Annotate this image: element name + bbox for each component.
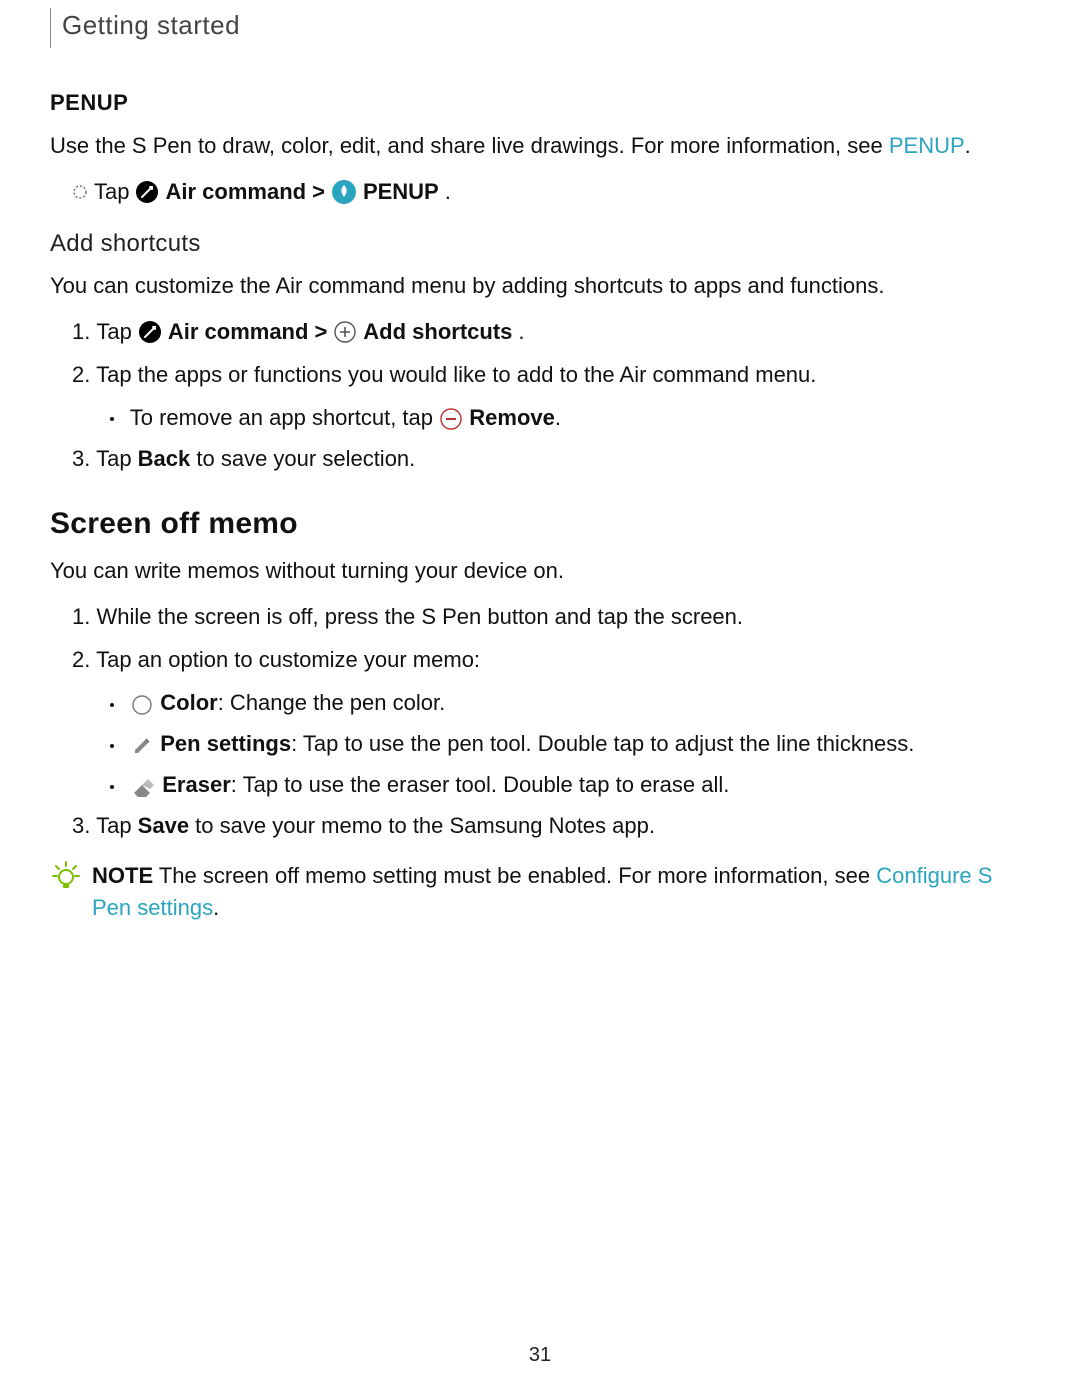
add-shortcuts-step-3: 3. Tap Back to save your selection. bbox=[72, 442, 1030, 475]
note-body: NOTE The screen off memo setting must be… bbox=[92, 860, 1030, 924]
bullet-dot-icon bbox=[110, 417, 114, 421]
remove-icon bbox=[439, 407, 463, 431]
step3-rest: to save your selection. bbox=[190, 446, 415, 471]
step2-text: Tap an option to customize your memo: bbox=[96, 647, 480, 672]
color-label: Color bbox=[160, 690, 217, 715]
pen-settings-label: Pen settings bbox=[160, 731, 291, 756]
penup-description: Use the S Pen to draw, color, edit, and … bbox=[50, 130, 1030, 162]
note-row: NOTE The screen off memo setting must be… bbox=[50, 860, 1030, 924]
breadcrumb-separator: > bbox=[314, 316, 327, 348]
add-icon bbox=[333, 320, 357, 344]
penup-desc-tail: . bbox=[965, 133, 971, 158]
color-rest: : Change the pen color. bbox=[218, 690, 446, 715]
save-label: Save bbox=[138, 813, 189, 838]
add-shortcuts-step-2-sub: To remove an app shortcut, tap Remove. bbox=[110, 401, 1030, 434]
step-number: 2. bbox=[72, 647, 90, 672]
penup-heading: PENUP bbox=[50, 90, 1030, 116]
air-command-icon bbox=[135, 180, 159, 204]
bullet-dot-icon bbox=[110, 785, 114, 789]
header-rule bbox=[50, 8, 51, 48]
note-tail: . bbox=[213, 895, 219, 920]
screenoff-step-1: 1. While the screen is off, press the S … bbox=[72, 600, 1030, 633]
screenoff-pen-option: Pen settings: Tap to use the pen tool. D… bbox=[110, 727, 1030, 760]
air-command-label: Air command bbox=[168, 316, 309, 348]
step1-text: While the screen is off, press the S Pen… bbox=[96, 604, 743, 629]
add-shortcuts-heading: Add shortcuts bbox=[50, 230, 1030, 258]
screenoff-step-3: 3. Tap Save to save your memo to the Sam… bbox=[72, 809, 1030, 842]
step-number: 1. bbox=[72, 604, 90, 629]
page-number: 31 bbox=[0, 1344, 1080, 1367]
lightbulb-note-icon bbox=[50, 860, 82, 892]
step-number: 3. bbox=[72, 813, 90, 838]
back-label: Back bbox=[138, 446, 191, 471]
pen-icon bbox=[130, 734, 154, 758]
step-number: 2. bbox=[72, 362, 90, 387]
tap-label: Tap bbox=[96, 316, 131, 348]
add-shortcuts-label: Add shortcuts bbox=[363, 316, 512, 348]
screenoff-eraser-option: Eraser: Tap to use the eraser tool. Doub… bbox=[110, 768, 1030, 801]
color-circle-icon bbox=[130, 693, 154, 717]
screen-off-memo-heading: Screen off memo bbox=[50, 507, 1030, 541]
tap-label: Tap bbox=[94, 176, 129, 208]
step-number: 1. bbox=[72, 316, 90, 348]
penup-link[interactable]: PENUP bbox=[889, 133, 965, 158]
air-command-label: Air command bbox=[165, 176, 306, 208]
remove-label: Remove bbox=[469, 405, 555, 430]
note-label: NOTE bbox=[92, 863, 153, 888]
page-header: Getting started bbox=[62, 10, 240, 41]
breadcrumb-separator: > bbox=[312, 176, 325, 208]
penup-tail: . bbox=[445, 176, 451, 208]
penup-desc-text: Use the S Pen to draw, color, edit, and … bbox=[50, 133, 889, 158]
sub-text: To remove an app shortcut, tap bbox=[130, 405, 433, 430]
sub-tail: . bbox=[555, 405, 561, 430]
air-command-icon bbox=[138, 320, 162, 344]
eraser-icon bbox=[130, 775, 156, 799]
add-shortcuts-step-2: 2. Tap the apps or functions you would l… bbox=[72, 358, 1030, 391]
step-number: 3. bbox=[72, 446, 90, 471]
pen-rest: : Tap to use the pen tool. Double tap to… bbox=[291, 731, 914, 756]
penup-step: Tap Air command > PENUP. bbox=[72, 176, 1030, 208]
penup-label: PENUP bbox=[363, 176, 439, 208]
screen-off-desc: You can write memos without turning your… bbox=[50, 555, 1030, 587]
page-content: PENUP Use the S Pen to draw, color, edit… bbox=[50, 90, 1030, 924]
tap-label: Tap bbox=[96, 813, 138, 838]
step2-text: Tap the apps or functions you would like… bbox=[96, 362, 816, 387]
bullet-dot-icon bbox=[110, 703, 114, 707]
step1-tail: . bbox=[518, 316, 524, 348]
tap-label: Tap bbox=[96, 446, 138, 471]
screenoff-step-2: 2. Tap an option to customize your memo: bbox=[72, 643, 1030, 676]
dotted-circle-bullet-icon bbox=[72, 184, 88, 200]
add-shortcuts-step-1: 1. Tap Air command > Add shortcuts. bbox=[72, 316, 1030, 348]
bullet-dot-icon bbox=[110, 744, 114, 748]
eraser-rest: : Tap to use the eraser tool. Double tap… bbox=[231, 772, 730, 797]
penup-app-icon bbox=[331, 179, 357, 205]
step3-rest: to save your memo to the Samsung Notes a… bbox=[189, 813, 655, 838]
eraser-label: Eraser bbox=[162, 772, 231, 797]
note-text: The screen off memo setting must be enab… bbox=[153, 863, 876, 888]
add-shortcuts-desc: You can customize the Air command menu b… bbox=[50, 270, 1030, 302]
screenoff-color-option: Color: Change the pen color. bbox=[110, 686, 1030, 719]
